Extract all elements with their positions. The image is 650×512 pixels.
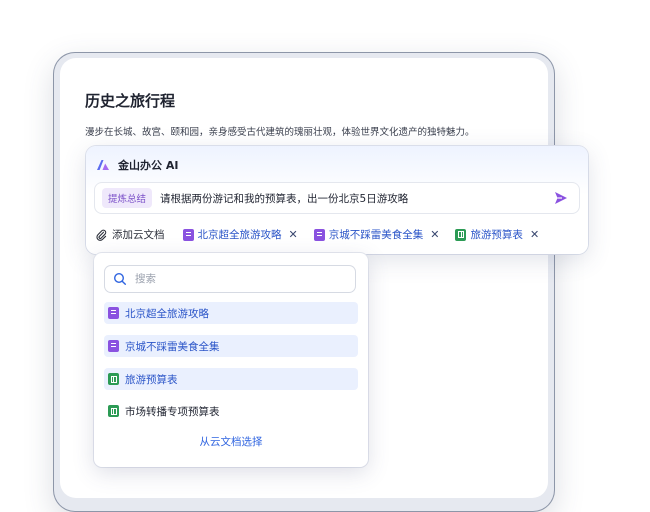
- send-arrow-icon[interactable]: [553, 190, 569, 206]
- remove-attachment-icon[interactable]: ✕: [430, 228, 439, 241]
- attachment-name: 旅游预算表: [470, 229, 523, 241]
- ai-prompt-panel: 金山办公 AI 提炼总结 请根据两份游记和我的预算表，出一份北京5日游攻略 添加…: [86, 146, 588, 254]
- document-file-icon: [108, 307, 119, 319]
- list-item-label: 市场转播专项预算表: [125, 405, 220, 418]
- paperclip-icon: [96, 229, 107, 241]
- kingsoft-ai-logo-icon: [97, 160, 109, 170]
- remove-attachment-icon[interactable]: ✕: [530, 228, 539, 241]
- document-title: 历史之旅行程: [85, 92, 176, 110]
- attachment-chip[interactable]: 旅游预算表 ✕: [455, 227, 539, 242]
- prompt-text[interactable]: 请根据两份游记和我的预算表，出一份北京5日游攻略: [160, 191, 408, 206]
- ai-app-name: 金山办公 AI: [118, 159, 179, 172]
- attachment-chip[interactable]: 北京超全旅游攻略 ✕: [182, 227, 298, 242]
- list-item[interactable]: 北京超全旅游攻略: [104, 302, 358, 324]
- spreadsheet-file-icon: [108, 405, 119, 417]
- choose-from-cloud-link[interactable]: 从云文档选择: [94, 434, 368, 449]
- prompt-tag-chip[interactable]: 提炼总结: [102, 188, 153, 208]
- search-icon: [113, 272, 126, 285]
- document-description: 漫步在长城、故宫、颐和园，亲身感受古代建筑的瑰丽壮观，体验世界文化遗产的独特魅力…: [85, 127, 475, 138]
- document-file-icon: [313, 228, 325, 241]
- search-input[interactable]: [133, 272, 337, 286]
- list-item-label: 北京超全旅游攻略: [125, 307, 209, 320]
- list-item[interactable]: 市场转播专项预算表: [104, 400, 358, 422]
- list-item-label: 旅游预算表: [125, 373, 178, 386]
- document-file-icon: [182, 228, 194, 241]
- attachment-name: 京城不踩雷美食全集: [328, 229, 424, 241]
- search-box[interactable]: [105, 266, 355, 292]
- remove-attachment-icon[interactable]: ✕: [289, 228, 298, 241]
- list-item-label: 京城不踩雷美食全集: [125, 340, 220, 353]
- spreadsheet-file-icon: [108, 373, 119, 385]
- attachment-name: 北京超全旅游攻略: [197, 229, 282, 241]
- list-item[interactable]: 旅游预算表: [104, 368, 358, 390]
- add-cloud-doc-label: 添加云文档: [112, 229, 165, 241]
- attachment-chip[interactable]: 京城不踩雷美食全集 ✕: [313, 227, 439, 242]
- list-item[interactable]: 京城不踩雷美食全集: [104, 335, 358, 357]
- attachments-row: 添加云文档 北京超全旅游攻略 ✕ 京城不踩雷美食全集 ✕ 旅游预算表 ✕: [96, 227, 539, 242]
- spreadsheet-file-icon: [455, 228, 467, 241]
- prompt-input-box[interactable]: 提炼总结 请根据两份游记和我的预算表，出一份北京5日游攻略: [95, 183, 579, 213]
- add-cloud-doc-button[interactable]: 添加云文档: [96, 227, 165, 242]
- cloud-doc-dropdown: 北京超全旅游攻略 京城不踩雷美食全集 旅游预算表 市场转播专项预算表 从云文档选…: [94, 253, 368, 467]
- ai-panel-header: 金山办公 AI: [96, 157, 178, 173]
- document-file-icon: [108, 340, 119, 352]
